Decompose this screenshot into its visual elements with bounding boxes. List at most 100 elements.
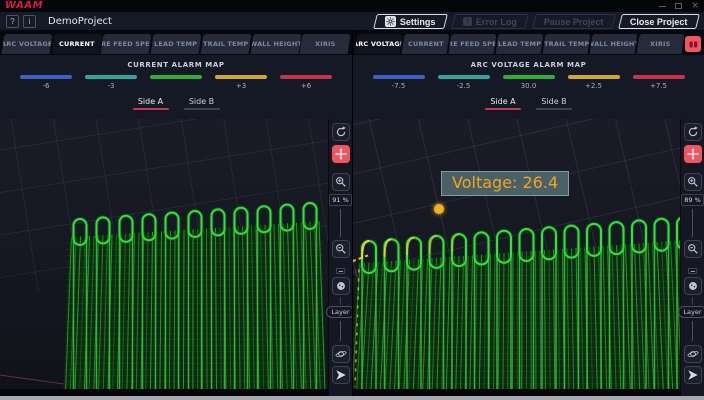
alarm-map-title: CURRENT ALARM MAP [127, 61, 224, 69]
voltage-tooltip: Voltage: 26.4 [441, 171, 569, 196]
tab-arc-voltage[interactable]: ARC VOLTAGE [2, 34, 53, 54]
window-titlebar: WAAM × [0, 0, 704, 12]
tab-wire-feed-speed[interactable]: WIRE FEED SPEED [101, 34, 152, 54]
view-toolbar: 91 % Layer [328, 119, 352, 396]
tab-trail-temp[interactable]: TRAIL TEMP [543, 34, 591, 54]
zoom-slider[interactable] [692, 209, 693, 237]
alarm-label: +2.5 [585, 82, 602, 90]
tab-bar: ARC VOLTAGE CURRENT WIRE FEED SPEED LEAD… [353, 31, 704, 55]
side-b-toggle[interactable]: Side B [536, 97, 572, 110]
side-a-toggle[interactable]: Side A [485, 97, 521, 110]
error-log-icon: ! [463, 17, 472, 26]
tab-xiris[interactable]: XIRIS [300, 34, 351, 54]
alarm-bar-yellow [215, 75, 267, 79]
view-toolbar: 89 % Layer [680, 119, 704, 396]
layer-slider[interactable] [692, 321, 693, 341]
zoom-slider[interactable] [340, 209, 341, 237]
alarm-point-marker[interactable] [434, 204, 444, 214]
zoom-out-button[interactable] [332, 240, 350, 258]
alarm-color-scale: -6 -3 +3 +6 [20, 75, 332, 90]
alarm-label: -7.5 [392, 82, 406, 90]
zoom-in-button[interactable] [332, 173, 350, 191]
alarm-label: +3 [236, 82, 246, 90]
maximize-icon[interactable] [675, 3, 682, 9]
tab-current[interactable]: CURRENT [402, 34, 450, 54]
zoom-percent: 89 % [681, 194, 704, 206]
alarm-bar-red [633, 75, 685, 79]
info-button[interactable]: i [23, 15, 36, 28]
pause-project-label: Pause Project [544, 16, 604, 26]
orbit-view-button[interactable] [684, 345, 702, 363]
layer-label: Layer [678, 306, 704, 318]
zoom-out-button[interactable] [684, 240, 702, 258]
tab-lead-temp[interactable]: LEAD TEMP [496, 34, 544, 54]
alarm-map-header: ARC VOLTAGE ALARM MAP -7.5 -2.5 30.0 +2.… [353, 55, 704, 119]
tab-xiris[interactable]: XIRIS [637, 34, 685, 54]
alarm-label: 30.0 [521, 82, 537, 90]
alarm-label: +7.5 [650, 82, 667, 90]
panel-current: ARC VOLTAGE CURRENT WIRE FEED SPEED LEAD… [0, 31, 352, 396]
side-b-toggle[interactable]: Side B [184, 97, 220, 110]
side-a-toggle[interactable]: Side A [133, 97, 169, 110]
navigate-button[interactable] [332, 366, 350, 384]
tab-arc-voltage[interactable]: ARC VOLTAGE [355, 34, 403, 54]
alarm-map-header: CURRENT ALARM MAP -6 -3 +3 +6 Side A Sid… [0, 55, 352, 119]
layer-label: Layer [326, 306, 352, 318]
alarm-bar-red [280, 75, 332, 79]
view-mode-button[interactable] [332, 277, 350, 295]
divider [340, 297, 341, 305]
help-button[interactable]: ? [6, 15, 19, 28]
pan-tool-button[interactable] [332, 145, 350, 163]
view-mode-button[interactable] [684, 277, 702, 295]
rotate-view-button[interactable] [684, 123, 702, 141]
minimize-icon[interactable] [659, 6, 666, 7]
orbit-view-button[interactable] [332, 345, 350, 363]
project-name: DemoProject [48, 16, 112, 27]
alarm-label: -6 [43, 82, 50, 90]
alarm-bar-green [503, 75, 555, 79]
panel-arc-voltage: ARC VOLTAGE CURRENT WIRE FEED SPEED LEAD… [352, 31, 704, 396]
project-bar: ? i DemoProject Settings ! Error Log Pau… [0, 12, 704, 31]
zoom-in-button[interactable] [684, 173, 702, 191]
alarm-label: +6 [301, 82, 311, 90]
alarm-bar-teal [85, 75, 137, 79]
tab-wire-feed-speed[interactable]: WIRE FEED SPEED [449, 34, 497, 54]
3d-viewport[interactable]: Voltage: 26.4 89 % Layer [353, 119, 704, 396]
error-log-button[interactable]: ! Error Log [451, 14, 529, 29]
pause-project-button[interactable]: Pause Project [532, 14, 615, 29]
layer-slider[interactable] [340, 321, 341, 341]
close-project-button[interactable]: Close Project [619, 14, 700, 29]
tab-lead-temp[interactable]: LEAD TEMP [151, 34, 202, 54]
alert-view-button[interactable] [685, 36, 701, 52]
gear-icon [385, 16, 396, 27]
rotate-view-button[interactable] [332, 123, 350, 141]
alarm-bar-blue [20, 75, 72, 79]
settings-label: Settings [400, 16, 436, 26]
tab-trail-temp[interactable]: TRAIL TEMP [200, 34, 251, 54]
alarm-bar-green [150, 75, 202, 79]
alarm-color-scale: -7.5 -2.5 30.0 +2.5 +7.5 [373, 75, 685, 90]
app-window: WAAM × ? i DemoProject Settings ! Error … [0, 0, 704, 400]
slider-handle[interactable] [336, 268, 345, 274]
alarm-bar-yellow [568, 75, 620, 79]
window-bottom-edge [0, 396, 704, 400]
alarm-bar-blue [373, 75, 425, 79]
tab-bar: ARC VOLTAGE CURRENT WIRE FEED SPEED LEAD… [0, 31, 352, 55]
error-log-label: Error Log [476, 16, 517, 26]
close-project-label: Close Project [630, 16, 688, 26]
alarm-label: -3 [108, 82, 115, 90]
navigate-button[interactable] [684, 366, 702, 384]
3d-viewport[interactable]: 91 % Layer [0, 119, 352, 396]
tab-wall-height[interactable]: WALL HEIGHT [590, 34, 638, 54]
alarm-map-title: ARC VOLTAGE ALARM MAP [471, 61, 587, 69]
tab-wall-height[interactable]: WALL HEIGHT [250, 34, 301, 54]
close-icon[interactable]: × [691, 2, 699, 11]
pan-tool-button[interactable] [684, 145, 702, 163]
alarm-bar-teal [438, 75, 490, 79]
tab-current[interactable]: CURRENT [51, 34, 102, 54]
slider-handle[interactable] [688, 268, 697, 274]
alarm-label: -2.5 [457, 82, 471, 90]
divider [692, 297, 693, 305]
waam-logo: WAAM [5, 1, 43, 11]
settings-button[interactable]: Settings [374, 14, 448, 29]
